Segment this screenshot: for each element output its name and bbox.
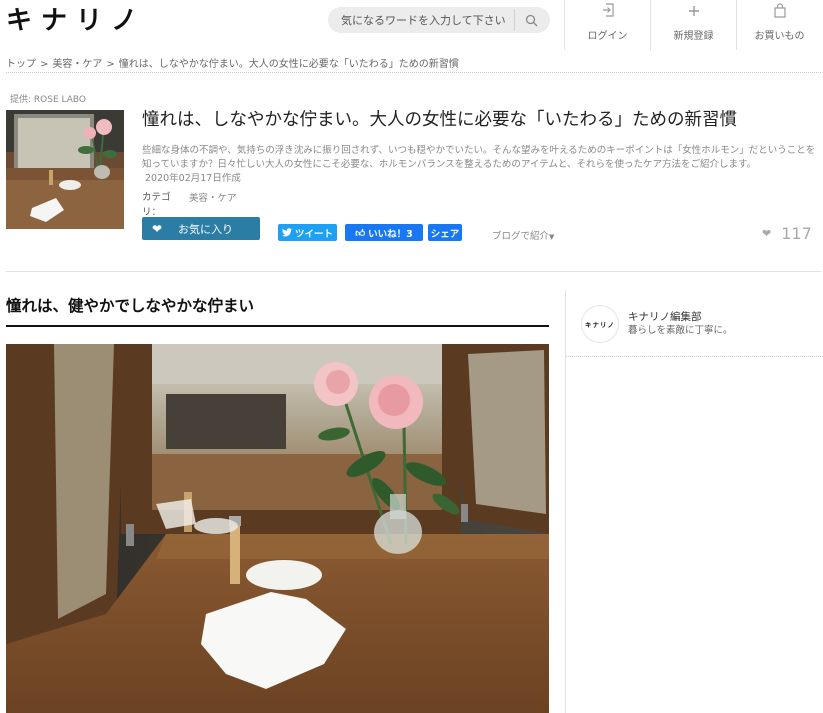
author-avatar-text: キナリノ (585, 321, 615, 329)
register-label: 新規登録 (673, 31, 714, 42)
section-heading: 憧れは、健やかでしなやかな佇まい (6, 297, 255, 315)
twitter-icon (281, 228, 292, 237)
article-main-image (6, 344, 549, 713)
shopping-button[interactable]: お買いもの (736, 0, 822, 50)
thumbs-up-icon: 👍︎ (355, 227, 366, 239)
register-button[interactable]: 新規登録 (650, 0, 736, 50)
blog-share-label: ブログで紹介 (492, 231, 550, 242)
breadcrumb-divider (6, 72, 821, 73)
breadcrumb-separator: > (40, 59, 49, 70)
search-icon (525, 14, 538, 26)
tweet-label: ツイート (294, 228, 333, 240)
like-counter[interactable]: ❤ 117 (762, 224, 812, 243)
caret-down-icon: ▼ (549, 233, 555, 241)
search-input[interactable] (328, 7, 513, 33)
facebook-share-label: シェア (430, 228, 460, 240)
sidebar-divider (565, 290, 566, 713)
provider-credit: 提供: ROSE LABO (10, 95, 86, 105)
breadcrumb: トップ > 美容・ケア > 憧れは、しなやかな佇まい。大人の女性に必要な「いたわる」ため… (6, 55, 459, 70)
breadcrumb-current: 憧れは、しなやかな佇まい。大人の女性に必要な「いたわる」ための新習慣 (118, 59, 459, 70)
facebook-like-label: いいね！3 (368, 228, 413, 240)
author-avatar[interactable]: キナリノ (581, 305, 619, 343)
section-heading-rule (6, 325, 549, 327)
breadcrumb-separator: > (106, 59, 115, 70)
plus-icon (688, 6, 699, 16)
facebook-share-button[interactable]: シェア (428, 224, 462, 241)
breadcrumb-category[interactable]: 美容・ケア (52, 59, 102, 70)
breadcrumb-home[interactable]: トップ (6, 59, 36, 70)
favorite-button[interactable]: ❤ お気に入り (142, 217, 260, 240)
shopping-label: お買いもの (754, 31, 805, 42)
author-description: 暮らしを素敵に丁寧に。 (628, 325, 733, 336)
sidebar-rule (566, 356, 821, 357)
article-header-divider (6, 271, 821, 272)
article-description: 些細な身体の不調や、気持ちの浮き沈みに振り回されず、いつも穏やかでいたい。そんな… (142, 145, 816, 170)
article-thumbnail[interactable] (6, 110, 124, 229)
login-label: ログイン (587, 31, 628, 42)
category-link[interactable]: 美容・ケア (189, 190, 237, 204)
login-icon (602, 3, 614, 17)
login-button[interactable]: ログイン (564, 0, 650, 50)
favorite-label: お気に入り (178, 222, 233, 236)
site-logo[interactable]: キナリノ (6, 6, 146, 36)
like-count: 117 (781, 224, 812, 243)
facebook-like-button[interactable]: 👍︎ いいね！3 (345, 224, 423, 241)
shopping-bag-icon (773, 3, 786, 18)
site-header: キナリノ ログイン 新規登録 お買いもの (0, 0, 823, 52)
article-title: 憧れは、しなやかな佇まい。大人の女性に必要な「いたわる」ための新習慣 (142, 110, 737, 130)
heart-icon: ❤ (762, 227, 772, 240)
search-box (328, 7, 550, 33)
article-date: 2020年02月17日作成 (145, 173, 241, 184)
blog-share-dropdown[interactable]: ブログで紹介▼ (492, 228, 554, 242)
heart-icon: ❤ (152, 221, 163, 236)
tweet-button[interactable]: ツイート (278, 224, 337, 241)
search-button[interactable] (514, 9, 548, 31)
category-label: カテゴリ： (142, 192, 171, 218)
